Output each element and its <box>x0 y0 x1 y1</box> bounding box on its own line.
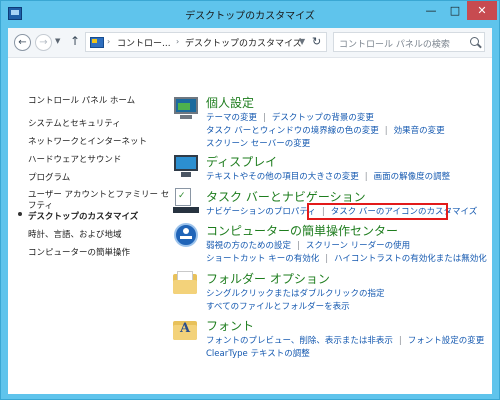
link-low-vision[interactable]: 弱視の方のための設定 <box>206 241 291 251</box>
personalization-links-row: タスク バーとウィンドウの境界線の色の変更 | 効果音の変更 <box>206 124 445 136</box>
forward-button[interactable]: → <box>35 34 52 51</box>
folder-links-row: シングルクリックまたはダブルクリックの指定 <box>206 287 385 299</box>
checkmark-icon: ✓ <box>178 191 186 201</box>
sidebar-item-hardware-sound[interactable]: ハードウェアとサウンド <box>28 153 121 165</box>
breadcrumb-separator-icon[interactable]: › <box>176 37 179 46</box>
link-change-theme[interactable]: テーマの変更 <box>206 113 257 123</box>
fonts-links-row: ClearType テキストの調整 <box>206 347 310 359</box>
link-divider: | <box>263 113 266 123</box>
personalization-links-row: スクリーン セーバーの変更 <box>206 137 310 149</box>
sidebar-item-programs[interactable]: プログラム <box>28 171 70 183</box>
sidebar-item-desktop-customization[interactable]: デスクトップのカスタマイズ <box>28 210 138 222</box>
up-button[interactable]: ↑ <box>70 34 80 48</box>
category-title-personalization[interactable]: 個人設定 <box>206 94 254 111</box>
recent-locations-chevron-icon[interactable]: ▼ <box>55 37 60 45</box>
link-navigation-properties[interactable]: ナビゲーションのプロパティ <box>206 207 316 217</box>
search-placeholder: コントロール パネルの検索 <box>339 40 450 50</box>
link-divider: | <box>398 336 402 346</box>
display-icon[interactable] <box>173 153 199 179</box>
address-bar: ← → ▼ ↑ › コントロー... › デスクトップのカスタマイズ ▼ ↻ コ… <box>8 28 492 58</box>
taskbar-icon[interactable]: ✓ <box>173 188 199 214</box>
folder-options-icon[interactable] <box>173 270 199 296</box>
link-divider: | <box>384 126 388 136</box>
category-title-display[interactable]: ディスプレイ <box>206 153 277 170</box>
link-cleartype[interactable]: ClearType テキストの調整 <box>206 349 310 359</box>
link-text-size[interactable]: テキストやその他の項目の大きさの変更 <box>206 172 359 182</box>
link-screen-reader[interactable]: スクリーン リーダーの使用 <box>306 241 410 251</box>
breadcrumb-separator-icon[interactable]: › <box>107 37 110 46</box>
breadcrumb[interactable]: › コントロー... › デスクトップのカスタマイズ ▼ ↻ <box>85 32 327 52</box>
link-screen-resolution[interactable]: 画面の解像度の調整 <box>374 172 451 182</box>
link-change-background[interactable]: デスクトップの背景の変更 <box>272 113 374 123</box>
link-taskbar-window-color[interactable]: タスク バーとウィンドウの境界線の色の変更 <box>206 126 379 136</box>
ease-links-row: ショートカット キーの有効化 | ハイコントラストの有効化または無効化 <box>206 252 487 264</box>
folder-links-row: すべてのファイルとフォルダーを表示 <box>206 300 350 312</box>
control-panel-location-icon <box>90 37 104 48</box>
breadcrumb-current[interactable]: デスクトップのカスタマイズ <box>185 36 302 49</box>
window-client-area: ← → ▼ ↑ › コントロー... › デスクトップのカスタマイズ ▼ ↻ コ… <box>8 28 492 394</box>
link-high-contrast[interactable]: ハイコントラストの有効化または無効化 <box>334 254 487 264</box>
link-single-double-click[interactable]: シングルクリックまたはダブルクリックの指定 <box>206 289 385 299</box>
address-dropdown-icon[interactable]: ▼ <box>299 37 305 46</box>
ease-of-access-icon[interactable] <box>173 222 199 248</box>
refresh-icon[interactable]: ↻ <box>312 35 321 48</box>
sidebar-item-system-security[interactable]: システムとセキュリティ <box>28 117 121 129</box>
link-divider: | <box>364 172 368 182</box>
sidebar-item-clock-region[interactable]: 時計、言語、および地域 <box>28 228 122 240</box>
title-bar[interactable]: デスクトップのカスタマイズ — □ ✕ <box>1 1 499 28</box>
breadcrumb-control-panel[interactable]: コントロー... <box>117 36 171 49</box>
link-screen-saver[interactable]: スクリーン セーバーの変更 <box>206 139 310 149</box>
font-icon[interactable]: A <box>173 316 199 342</box>
appearance-icon[interactable] <box>173 95 199 121</box>
link-font-settings[interactable]: フォント設定の変更 <box>408 336 485 346</box>
category-title-folder-options[interactable]: フォルダー オプション <box>206 270 330 287</box>
sidebar-item-network[interactable]: ネットワークとインターネット <box>28 135 147 147</box>
maximize-button[interactable]: □ <box>443 1 467 20</box>
display-links-row: テキストやその他の項目の大きさの変更 | 画面の解像度の調整 <box>206 170 450 182</box>
back-button[interactable]: ← <box>14 34 31 51</box>
current-page-bullet-icon <box>18 212 22 216</box>
link-show-hidden-files[interactable]: すべてのファイルとフォルダーを表示 <box>206 302 350 312</box>
link-divider: | <box>297 241 300 251</box>
personalization-links-row: テーマの変更 | デスクトップの背景の変更 <box>206 111 374 123</box>
sidebar: コントロール パネル ホーム システムとセキュリティ ネットワークとインターネッ… <box>8 58 169 394</box>
main-content: 個人設定 テーマの変更 | デスクトップの背景の変更 タスク バーとウィンドウの境界… <box>158 58 492 394</box>
link-change-sounds[interactable]: 効果音の変更 <box>394 126 445 136</box>
minimize-button[interactable]: — <box>419 1 443 20</box>
control-panel-window: デスクトップのカスタマイズ — □ ✕ ← → ▼ ↑ › コントロー... ›… <box>0 0 500 400</box>
highlight-box <box>307 203 448 220</box>
close-button[interactable]: ✕ <box>467 1 497 20</box>
search-input[interactable]: コントロール パネルの検索 <box>333 32 485 52</box>
sidebar-item-ease-of-access[interactable]: コンピューターの簡単操作 <box>28 246 130 258</box>
ease-links-row: 弱視の方のための設定 | スクリーン リーダーの使用 <box>206 239 410 251</box>
category-title-fonts[interactable]: フォント <box>206 317 254 334</box>
link-preview-delete-fonts[interactable]: フォントのプレビュー、削除、表示または非表示 <box>206 336 393 346</box>
sidebar-item-home[interactable]: コントロール パネル ホーム <box>28 94 135 106</box>
link-shortcut-keys[interactable]: ショートカット キーの有効化 <box>206 254 319 264</box>
link-divider: | <box>325 254 329 264</box>
fonts-links-row: フォントのプレビュー、削除、表示または非表示 | フォント設定の変更 <box>206 334 484 346</box>
search-icon[interactable] <box>470 37 479 46</box>
category-title-ease-of-access[interactable]: コンピューターの簡単操作センター <box>206 222 398 239</box>
